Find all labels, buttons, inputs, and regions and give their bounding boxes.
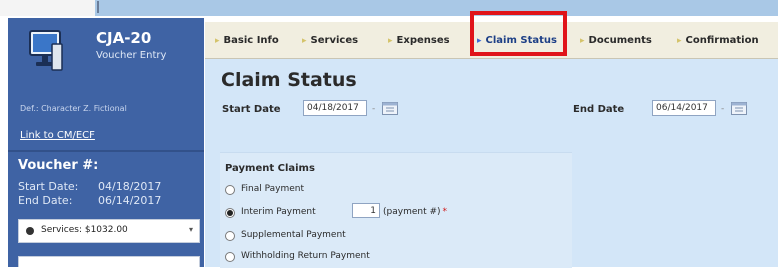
calendar-icon[interactable] xyxy=(731,101,747,115)
chevron-right-icon: ▸ xyxy=(215,36,220,46)
radio-label: Final Payment xyxy=(241,184,305,194)
payment-number-input[interactable] xyxy=(352,203,380,218)
tab-confirmation[interactable]: ▸ Confirmation xyxy=(677,35,759,49)
radio-label: Interim Payment xyxy=(241,207,316,217)
sidebar-start-date-value: 04/18/2017 xyxy=(98,180,162,193)
radio-button-selected[interactable] xyxy=(225,208,235,218)
radio-button[interactable] xyxy=(225,252,235,262)
top-marker xyxy=(97,1,99,13)
chevron-right-icon: ▸ xyxy=(677,36,682,46)
sidebar-start-date-label: Start Date: xyxy=(18,180,79,193)
chevron-right-icon: ▸ xyxy=(302,36,307,46)
calendar-icon[interactable] xyxy=(382,101,398,115)
required-star: * xyxy=(442,207,448,217)
chevron-down-icon: ▾ xyxy=(188,225,193,234)
tab-label: Basic Info xyxy=(223,35,279,46)
radio-label: Withholding Return Payment xyxy=(241,251,370,261)
tab-label: Services xyxy=(310,35,359,46)
services-bullet-icon xyxy=(26,227,34,235)
tab-services[interactable]: ▸ Services xyxy=(302,35,358,49)
computer-monitor-icon xyxy=(29,30,63,71)
main-content: Claim Status Start Date - End Date - Pay… xyxy=(205,59,778,268)
voucher-number-label: Voucher #: xyxy=(18,158,99,173)
start-date-separator: - xyxy=(372,104,376,114)
tab-expenses[interactable]: ▸ Expenses xyxy=(388,35,450,49)
start-date-input[interactable] xyxy=(303,100,367,116)
app-title: CJA-20 xyxy=(96,29,152,47)
tab-documents[interactable]: ▸ Documents xyxy=(580,35,652,49)
chevron-right-icon: ▸ xyxy=(580,36,585,46)
tab-label: Confirmation xyxy=(685,35,759,46)
radio-button[interactable] xyxy=(225,231,235,241)
payment-number-label-text: (payment #) xyxy=(383,207,441,217)
sidebar-divider xyxy=(8,150,204,152)
start-date-label: Start Date xyxy=(222,104,281,115)
services-summary-dropdown[interactable]: Services: $1032.00 ▾ xyxy=(18,219,200,243)
active-tab-highlight xyxy=(470,11,567,56)
defendant-name: Def.: Character Z. Fictional xyxy=(20,104,127,113)
end-date-input[interactable] xyxy=(652,100,716,116)
top-accent-bar xyxy=(95,0,778,16)
sidebar-secondary-box[interactable] xyxy=(18,256,200,267)
top-strip xyxy=(0,0,778,16)
app-subtitle: Voucher Entry xyxy=(96,50,167,61)
radio-button[interactable] xyxy=(225,185,235,195)
sidebar-end-date-value: 06/14/2017 xyxy=(98,194,162,207)
services-summary-label: Services: $1032.00 xyxy=(41,225,128,235)
page-title: Claim Status xyxy=(221,69,357,91)
payment-claims-title: Payment Claims xyxy=(225,163,315,174)
sidebar-start-date-row: Start Date: 04/18/2017 xyxy=(18,180,161,193)
payment-number-label: (payment #) * xyxy=(383,207,447,217)
sidebar-end-date-label: End Date: xyxy=(18,194,73,207)
sidebar: CJA-20 Voucher Entry Def.: Character Z. … xyxy=(8,18,204,267)
tab-label: Expenses xyxy=(396,35,450,46)
end-date-label: End Date xyxy=(573,104,625,115)
tab-basic-info[interactable]: ▸ Basic Info xyxy=(215,35,279,49)
tab-label: Documents xyxy=(588,35,652,46)
radio-label: Supplemental Payment xyxy=(241,230,346,240)
end-date-separator: - xyxy=(721,104,725,114)
chevron-right-icon: ▸ xyxy=(388,36,393,46)
sidebar-end-date-row: End Date: 06/14/2017 xyxy=(18,194,161,207)
link-cm-ecf[interactable]: Link to CM/ECF xyxy=(20,130,95,141)
